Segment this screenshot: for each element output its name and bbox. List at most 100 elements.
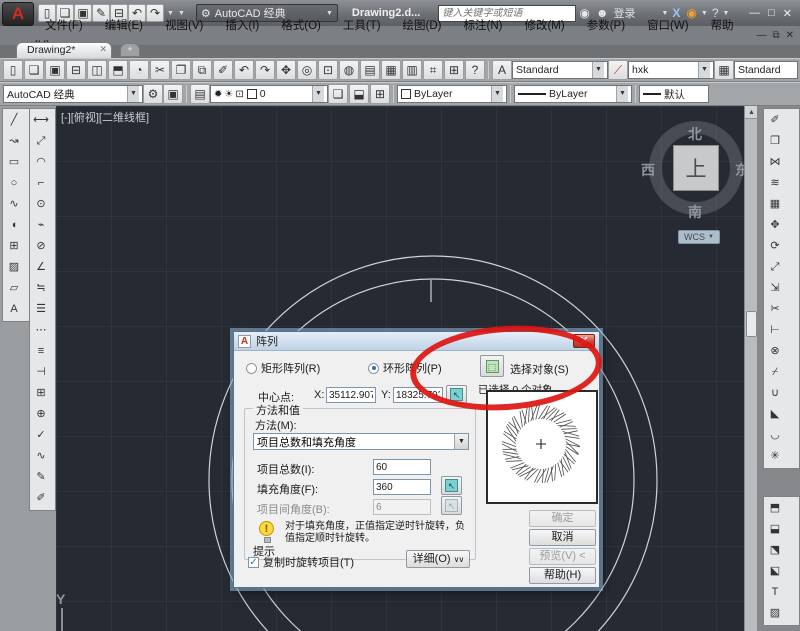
- vertical-scrollbar[interactable]: ▲: [744, 106, 757, 631]
- fill-angle-input[interactable]: [373, 479, 431, 495]
- app-menu-button[interactable]: A: [2, 2, 34, 26]
- arc-length-dim-tool[interactable]: ◠: [31, 153, 51, 173]
- open-tool[interactable]: ❏: [24, 60, 44, 80]
- 3ddwf-tool[interactable]: ◔: [129, 60, 149, 80]
- text-style-icon[interactable]: A: [492, 60, 512, 80]
- hatch-to-back-tool[interactable]: ▨: [765, 604, 785, 624]
- save-workspace-icon[interactable]: ▣: [163, 84, 183, 104]
- dim-style-select[interactable]: hxk ▼: [628, 61, 714, 79]
- multiline-text-tool[interactable]: A: [4, 300, 24, 320]
- close-button[interactable]: ✕: [783, 7, 792, 20]
- menu-edit[interactable]: 编辑(E): [94, 20, 154, 32]
- wcs-badge[interactable]: WCS ▼: [678, 230, 720, 244]
- publish-tool[interactable]: ⬒: [108, 60, 128, 80]
- dialog-close-button[interactable]: ✕: [573, 334, 595, 348]
- extend-tool[interactable]: ⊢: [765, 321, 785, 341]
- spline-tool[interactable]: ∿: [4, 195, 24, 215]
- layer-properties-icon[interactable]: ▤: [190, 84, 210, 104]
- menu-format[interactable]: 格式(O): [270, 20, 332, 32]
- bring-to-front-tool[interactable]: ⬒: [765, 499, 785, 519]
- aligned-dim-tool[interactable]: ⤢: [31, 132, 51, 152]
- angular-dim-tool[interactable]: ∠: [31, 258, 51, 278]
- doc-restore-button[interactable]: ⧉: [772, 30, 779, 41]
- dialog-title-bar[interactable]: A 阵列 ✕: [234, 332, 599, 351]
- lineweight-select[interactable]: 默认: [639, 85, 709, 103]
- menu-view[interactable]: 视图(V): [154, 20, 214, 32]
- circle-tool[interactable]: ○: [4, 174, 24, 194]
- layer-states-icon[interactable]: ⊞: [370, 84, 390, 104]
- break-tool[interactable]: ⌿: [765, 363, 785, 383]
- polar-array-radio[interactable]: 环形阵列(P): [368, 360, 442, 376]
- fillet-tool[interactable]: ◡: [765, 426, 785, 446]
- table-style-icon[interactable]: ▦: [714, 60, 734, 80]
- zoom-previous-tool[interactable]: ◍: [339, 60, 359, 80]
- properties-tool[interactable]: ▤: [360, 60, 380, 80]
- viewcube-top-face[interactable]: 上: [673, 145, 719, 191]
- new-tool[interactable]: ▯: [3, 60, 23, 80]
- pick-center-button[interactable]: ↖: [446, 385, 467, 404]
- menu-modify[interactable]: 修改(M): [513, 20, 575, 32]
- table-style-select[interactable]: Standard: [734, 61, 798, 79]
- quickcalc-tool[interactable]: ⊞: [444, 60, 464, 80]
- menu-insert[interactable]: 插入(I): [214, 20, 270, 32]
- bring-above-tool[interactable]: ⬔: [765, 541, 785, 561]
- make-block-tool[interactable]: ⊞: [4, 237, 24, 257]
- array-tool[interactable]: ▦: [765, 195, 785, 215]
- layer-select[interactable]: ✹☀⊡ 0 ▼: [210, 85, 328, 103]
- trim-tool[interactable]: ✂: [765, 300, 785, 320]
- save-tool[interactable]: ▣: [45, 60, 65, 80]
- dim-inspect-tool[interactable]: ✓: [31, 426, 51, 446]
- quick-dim-tool[interactable]: ≒: [31, 279, 51, 299]
- viewcube-north[interactable]: 北: [688, 124, 702, 144]
- designcenter-tool[interactable]: ▦: [381, 60, 401, 80]
- help-tool[interactable]: ?: [465, 60, 485, 80]
- menu-window[interactable]: 窗口(W): [636, 20, 700, 32]
- sheetset-manager-tool[interactable]: ⌗: [423, 60, 443, 80]
- match-properties-tool[interactable]: ✐: [213, 60, 233, 80]
- menu-tools[interactable]: 工具(T): [332, 20, 392, 32]
- explode-tool[interactable]: ✳: [765, 447, 785, 467]
- drawing-tab[interactable]: Drawing2* ✕: [16, 42, 112, 58]
- details-button[interactable]: 详细(O) ∨∨: [406, 550, 470, 568]
- zoom-realtime-tool[interactable]: ◎: [297, 60, 317, 80]
- dim-break-tool[interactable]: ⊣: [31, 363, 51, 383]
- total-items-input[interactable]: [373, 459, 431, 475]
- hatch-tool[interactable]: ▨: [4, 258, 24, 278]
- tool-palettes-tool[interactable]: ▥: [402, 60, 422, 80]
- polyline-tool[interactable]: ↝: [4, 132, 24, 152]
- plot-preview-tool[interactable]: ◫: [87, 60, 107, 80]
- break-at-point-tool[interactable]: ⊗: [765, 342, 785, 362]
- undo-tool[interactable]: ↶: [234, 60, 254, 80]
- send-to-back-tool[interactable]: ⬓: [765, 520, 785, 540]
- viewcube-east[interactable]: 东: [735, 160, 744, 180]
- copy-clip-tool[interactable]: ❐: [171, 60, 191, 80]
- color-select[interactable]: ByLayer ▼: [397, 85, 507, 103]
- layer-previous-icon[interactable]: ⬓: [349, 84, 369, 104]
- jogged-dim-tool[interactable]: ⌁: [31, 216, 51, 236]
- dim-style-icon[interactable]: ⟋: [608, 60, 628, 80]
- continue-dim-tool[interactable]: ⋯: [31, 321, 51, 341]
- select-objects-button[interactable]: ⬚: [480, 355, 504, 377]
- rotate-tool[interactable]: ⟳: [765, 237, 785, 257]
- jogged-linear-tool[interactable]: ∿: [31, 447, 51, 467]
- menu-file[interactable]: 文件(F): [34, 20, 94, 32]
- maximize-button[interactable]: □: [768, 7, 775, 20]
- dim-space-tool[interactable]: ≡: [31, 342, 51, 362]
- text-style-select[interactable]: Standard ▼: [512, 61, 608, 79]
- dim-style-tool[interactable]: ✐: [31, 489, 51, 509]
- rotate-items-checkbox[interactable]: ✓ 复制时旋转项目(T): [248, 554, 354, 570]
- offset-tool[interactable]: ≋: [765, 174, 785, 194]
- x-input[interactable]: [326, 387, 376, 403]
- diameter-dim-tool[interactable]: ⊘: [31, 237, 51, 257]
- doc-close-button[interactable]: ✕: [786, 30, 794, 41]
- move-tool[interactable]: ✥: [765, 216, 785, 236]
- menu-dimension[interactable]: 标注(N): [453, 20, 514, 32]
- pan-tool[interactable]: ✥: [276, 60, 296, 80]
- help-button[interactable]: 帮助(H): [529, 567, 596, 584]
- pick-fill-angle-button[interactable]: ↖: [441, 476, 462, 495]
- baseline-dim-tool[interactable]: ☰: [31, 300, 51, 320]
- join-tool[interactable]: ∪: [765, 384, 785, 404]
- line-tool[interactable]: ╱: [4, 111, 24, 131]
- make-object-layer-icon[interactable]: ❏: [328, 84, 348, 104]
- center-mark-tool[interactable]: ⊕: [31, 405, 51, 425]
